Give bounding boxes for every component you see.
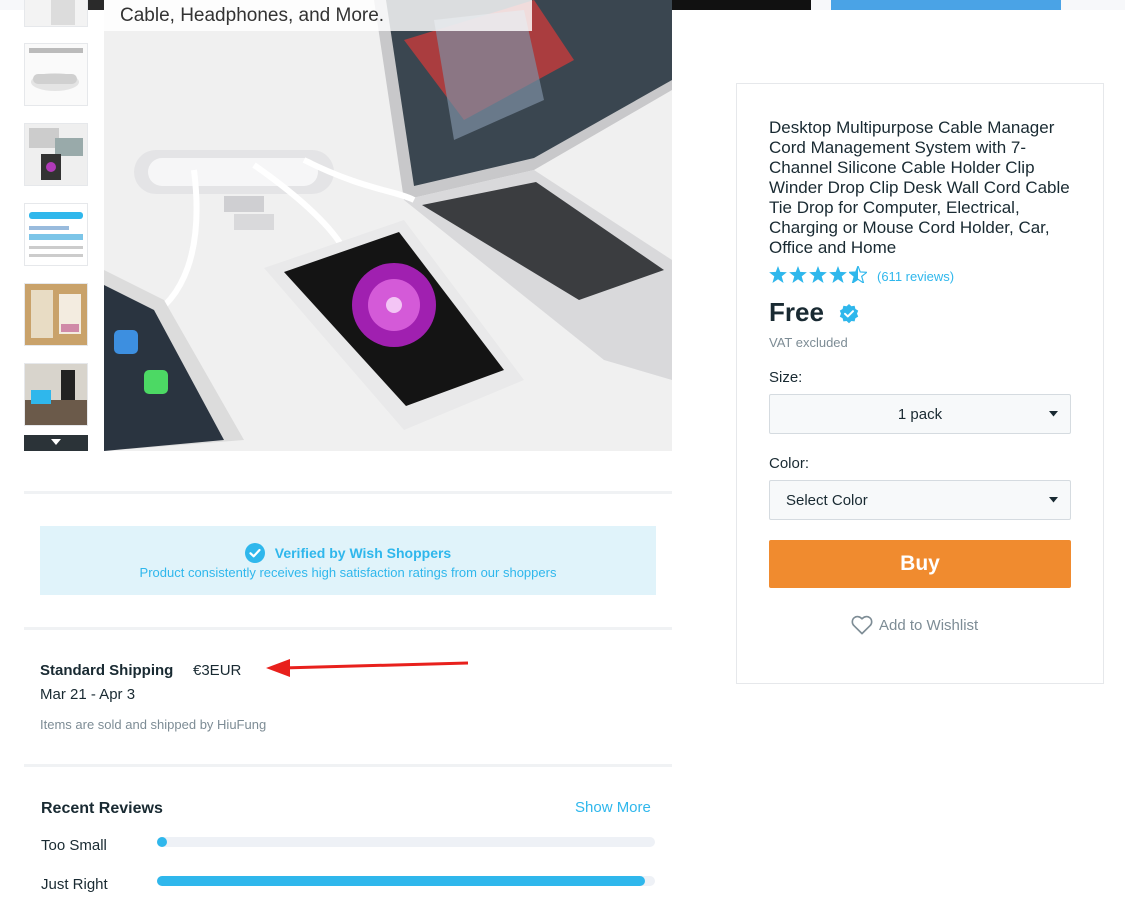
image-caption-bar: Cable, Headphones, and More. xyxy=(104,0,532,31)
star-icon xyxy=(769,266,787,283)
fit-bar-just-right xyxy=(157,876,655,886)
shipping-dates: Mar 21 - Apr 3 xyxy=(40,686,136,703)
color-select[interactable]: Select Color xyxy=(769,480,1071,520)
thumbnail[interactable] xyxy=(24,203,88,266)
thumbnail[interactable] xyxy=(24,0,88,27)
star-icon xyxy=(789,266,807,283)
thumbnail-scroll-down[interactable] xyxy=(24,435,88,451)
vat-note: VAT excluded xyxy=(769,335,848,350)
buy-button[interactable]: Buy xyxy=(769,540,1071,588)
thumbnail[interactable] xyxy=(24,123,88,186)
size-select[interactable]: 1 pack xyxy=(769,394,1071,434)
fit-label-too-small: Too Small xyxy=(41,837,107,854)
product-purchase-card: Desktop Multipurpose Cable Manager Cord … xyxy=(736,83,1104,684)
shipping-price: €3EUR xyxy=(193,662,242,679)
heart-icon xyxy=(851,615,873,635)
product-title: Desktop Multipurpose Cable Manager Cord … xyxy=(769,118,1070,257)
verified-title-row: Verified by Wish Shoppers xyxy=(40,543,656,563)
fit-bar-too-small xyxy=(157,837,655,847)
product-price: Free xyxy=(769,297,824,327)
size-select-value: 1 pack xyxy=(897,406,943,423)
annotation-arrow-icon xyxy=(266,659,469,677)
thumbnail-list xyxy=(24,0,88,451)
star-icon xyxy=(829,266,847,283)
thumbnail[interactable] xyxy=(24,363,88,426)
section-divider xyxy=(24,491,672,494)
fit-bar-fill xyxy=(157,876,646,886)
color-label: Color: xyxy=(769,455,810,472)
add-to-wishlist-button[interactable]: Add to Wishlist xyxy=(851,615,978,635)
verified-banner: Verified by Wish Shoppers Product consis… xyxy=(40,526,656,595)
star-icon xyxy=(809,266,827,283)
size-label: Size: xyxy=(769,369,803,386)
star-half-icon xyxy=(849,266,867,283)
rating-stars xyxy=(769,266,867,283)
verified-title: Verified by Wish Shoppers xyxy=(274,545,452,561)
seller-info: Items are sold and shipped by HiuFung xyxy=(40,717,267,732)
section-divider xyxy=(24,627,672,630)
banner-image[interactable] xyxy=(831,0,1061,10)
chevron-down-icon xyxy=(51,439,61,445)
shipping-title: Standard Shipping xyxy=(40,662,174,679)
fit-label-just-right: Just Right xyxy=(41,876,108,893)
thumbnail[interactable] xyxy=(24,43,88,106)
recent-reviews-title: Recent Reviews xyxy=(41,800,163,817)
image-caption: Cable, Headphones, and More. xyxy=(120,5,385,26)
main-product-image[interactable]: Cable, Headphones, and More. xyxy=(104,0,672,451)
verified-badge-icon xyxy=(839,304,859,324)
check-badge-icon xyxy=(244,543,265,563)
caret-down-icon xyxy=(1049,497,1058,503)
reviews-count-link[interactable]: (611 reviews) xyxy=(877,269,954,284)
fit-bar-fill xyxy=(157,837,167,847)
color-select-value: Select Color xyxy=(786,492,868,509)
thumbnail[interactable] xyxy=(24,283,88,346)
verified-subtitle: Product consistently receives high satis… xyxy=(139,565,557,580)
section-divider xyxy=(24,764,672,767)
show-more-link[interactable]: Show More xyxy=(575,799,651,816)
wishlist-label: Add to Wishlist xyxy=(879,616,979,634)
product-photo xyxy=(104,0,672,451)
caret-down-icon xyxy=(1049,411,1058,417)
